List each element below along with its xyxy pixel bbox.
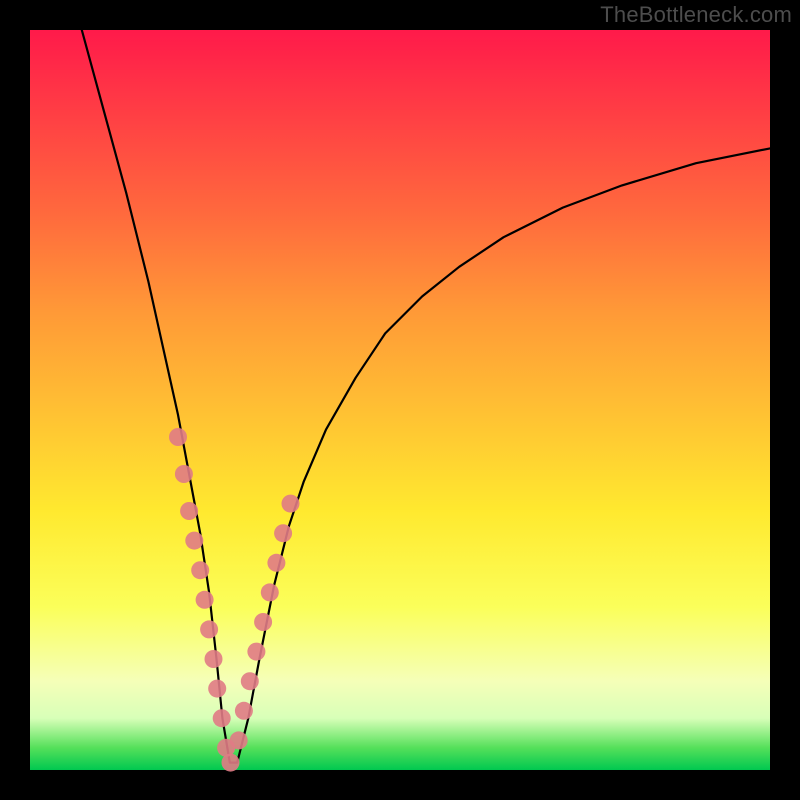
marker-dot [267,554,285,572]
chart-frame: TheBottleneck.com [0,0,800,800]
marker-dot [191,561,209,579]
marker-dot [205,650,223,668]
marker-dot [254,613,272,631]
plot-area [30,30,770,770]
marker-dot [196,591,214,609]
marker-dot [222,754,240,772]
marker-dot [213,709,231,727]
marker-dot [208,680,226,698]
curve-layer [30,30,770,770]
marker-dot [261,583,279,601]
marker-dot [235,702,253,720]
marker-dot [175,465,193,483]
marker-dot [247,643,265,661]
marker-dots [169,428,300,772]
marker-dot [200,620,218,638]
marker-dot [230,731,248,749]
marker-dot [180,502,198,520]
marker-dot [241,672,259,690]
bottleneck-curve [82,30,770,763]
marker-dot [274,524,292,542]
watermark-label: TheBottleneck.com [600,2,792,28]
marker-dot [169,428,187,446]
marker-dot [282,495,300,513]
marker-dot [185,532,203,550]
